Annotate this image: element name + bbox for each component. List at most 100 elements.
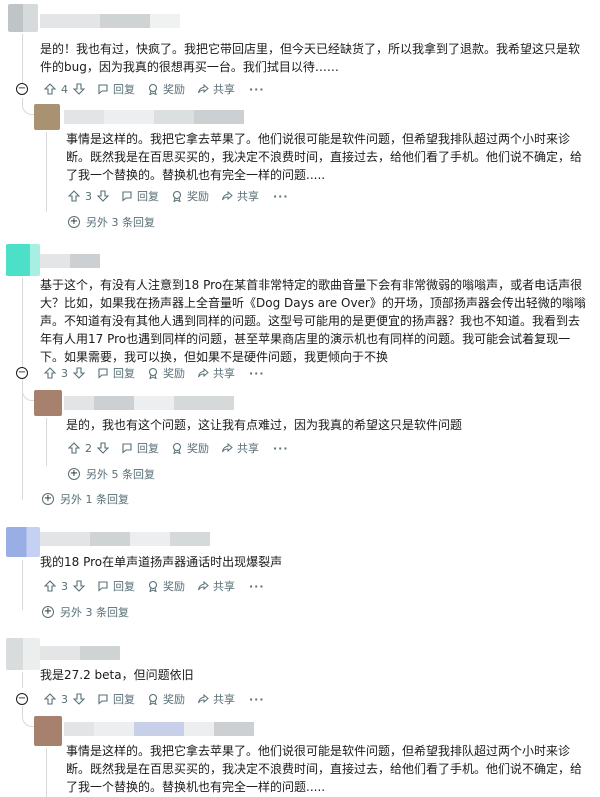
username[interactable] [64, 110, 244, 124]
share-button[interactable]: 共享 [197, 81, 235, 97]
comment-actions: 3 回复 奖励 共享 ··· [44, 577, 265, 595]
award-button[interactable]: 奖励 [147, 578, 185, 594]
upvote-icon[interactable] [44, 367, 56, 379]
award-icon [172, 190, 182, 202]
comment-actions: 3 回复 奖励 共享 ··· [68, 187, 289, 205]
share-button[interactable]: 共享 [197, 578, 235, 594]
avatar[interactable] [6, 244, 40, 276]
award-icon [148, 693, 158, 705]
username[interactable] [40, 646, 120, 660]
award-button[interactable]: 奖励 [147, 81, 185, 97]
username[interactable] [40, 532, 210, 546]
comment-body: 是的！我也有过，快疯了。我把它带回店里，但今天已经缺货了，所以我拿到了退款。我希… [40, 42, 581, 74]
vote-count: 4 [61, 82, 68, 96]
upvote-icon[interactable] [68, 190, 80, 202]
username[interactable] [40, 254, 100, 268]
comment-actions: 2 回复 奖励 共享 ··· [68, 439, 289, 457]
share-icon [198, 367, 209, 378]
comment-actions: 3 回复 奖励 共享 ··· [44, 364, 265, 382]
award-icon [172, 442, 182, 454]
more-replies-link[interactable]: + 另外 3 条回复 [42, 604, 129, 620]
share-button[interactable]: 共享 [221, 188, 259, 204]
downvote-icon[interactable] [73, 580, 85, 592]
reply-button[interactable]: 回复 [97, 691, 135, 707]
reply-button[interactable]: 回复 [97, 578, 135, 594]
plus-icon: + [42, 606, 54, 618]
collapse-thread-button[interactable]: − [16, 693, 28, 705]
reply-icon [98, 694, 108, 705]
share-icon [222, 442, 233, 453]
plus-icon: + [68, 216, 80, 228]
reply-button[interactable]: 回复 [121, 440, 159, 456]
more-replies-link[interactable]: + 另外 5 条回复 [68, 466, 155, 482]
avatar[interactable] [34, 104, 60, 130]
downvote-icon[interactable] [73, 367, 85, 379]
comment-body: 我的18 Pro在单声道扬声器通话时出现爆裂声 [40, 555, 283, 569]
upvote-icon[interactable] [44, 693, 56, 705]
upvote-icon[interactable] [44, 580, 56, 592]
comment-body: 事情是这样的。我把它拿去苹果了。他们说很可能是软件问题，但希望我排队超过两个小时… [66, 744, 583, 794]
share-icon [222, 190, 233, 201]
collapse-thread-button[interactable]: − [16, 367, 28, 379]
more-options-button[interactable]: ··· [249, 693, 265, 706]
award-button[interactable]: 奖励 [147, 365, 185, 381]
username[interactable] [64, 396, 234, 410]
share-icon [198, 580, 209, 591]
thread-line [46, 132, 47, 212]
avatar[interactable] [34, 716, 62, 746]
thread-line [22, 560, 23, 610]
reply-icon [98, 84, 108, 95]
more-replies-link[interactable]: + 另外 1 条回复 [42, 491, 129, 507]
downvote-icon[interactable] [97, 442, 109, 454]
award-icon [148, 367, 158, 379]
thread-line [22, 34, 23, 86]
share-button[interactable]: 共享 [221, 440, 259, 456]
upvote-icon[interactable] [68, 442, 80, 454]
avatar[interactable] [6, 638, 40, 670]
vote-count: 3 [61, 579, 68, 593]
vote-control: 3 [68, 190, 109, 203]
reply-icon [98, 581, 108, 592]
share-icon [198, 83, 209, 94]
vote-control: 3 [44, 580, 85, 593]
reply-button[interactable]: 回复 [97, 365, 135, 381]
vote-count: 3 [61, 692, 68, 706]
vote-control: 3 [44, 367, 85, 380]
collapse-thread-button[interactable]: − [16, 83, 28, 95]
thread-line [46, 748, 47, 797]
share-button[interactable]: 共享 [197, 365, 235, 381]
downvote-icon[interactable] [97, 190, 109, 202]
thread-line [46, 418, 47, 466]
award-button[interactable]: 奖励 [147, 691, 185, 707]
more-options-button[interactable]: ··· [249, 367, 265, 380]
plus-icon: + [68, 468, 80, 480]
award-icon [148, 580, 158, 592]
more-replies-link[interactable]: + 另外 3 条回复 [68, 214, 155, 230]
vote-count: 3 [61, 366, 68, 380]
avatar[interactable] [6, 527, 40, 557]
reply-icon [122, 191, 132, 202]
comment-actions: 4 回复 奖励 共享 ··· [44, 80, 265, 98]
downvote-icon[interactable] [73, 83, 85, 95]
award-button[interactable]: 奖励 [171, 188, 209, 204]
vote-count: 2 [85, 441, 92, 455]
avatar[interactable] [34, 390, 62, 416]
comment-body: 我是27.2 beta，但问题依旧 [40, 668, 194, 682]
share-button[interactable]: 共享 [197, 691, 235, 707]
more-options-button[interactable]: ··· [249, 83, 265, 96]
award-button[interactable]: 奖励 [171, 440, 209, 456]
reply-button[interactable]: 回复 [97, 81, 135, 97]
upvote-icon[interactable] [44, 83, 56, 95]
more-options-button[interactable]: ··· [273, 442, 289, 455]
share-icon [198, 693, 209, 704]
comment-actions: 3 回复 奖励 共享 ··· [44, 690, 265, 708]
award-icon [148, 83, 158, 95]
avatar[interactable] [8, 4, 38, 32]
username[interactable] [64, 722, 254, 736]
more-options-button[interactable]: ··· [273, 190, 289, 203]
more-options-button[interactable]: ··· [249, 580, 265, 593]
downvote-icon[interactable] [73, 693, 85, 705]
reply-button[interactable]: 回复 [121, 188, 159, 204]
username[interactable] [40, 14, 180, 28]
comment-body: 事情是这样的。我把它拿去苹果了。他们说很可能是软件问题，但希望我排队超过两个小时… [66, 132, 583, 182]
